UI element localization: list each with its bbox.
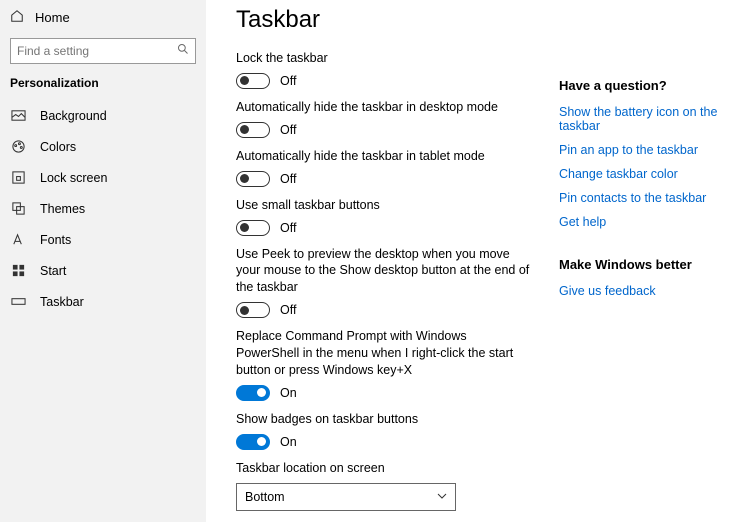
search-input[interactable] [17,44,177,58]
sidebar-item-label: Background [40,109,107,123]
palette-icon [10,139,26,154]
aside-column: Have a question? Show the battery icon o… [559,50,734,522]
fonts-icon [10,232,26,247]
toggle-state: On [280,386,297,400]
home-label: Home [35,10,70,25]
toggle-small-buttons[interactable] [236,220,270,236]
toggle-autohide-desktop[interactable] [236,122,270,138]
page-title: Taskbar [236,6,734,34]
setting-label-small-buttons: Use small taskbar buttons [236,197,531,214]
help-link-get-help[interactable]: Get help [559,215,734,229]
picture-icon [10,108,26,123]
sidebar-item-label: Fonts [40,233,71,247]
lock-screen-icon [10,170,26,185]
toggle-state: Off [280,303,296,317]
help-link-battery[interactable]: Show the battery icon on the taskbar [559,105,734,133]
sidebar-item-label: Themes [40,202,85,216]
toggle-autohide-tablet[interactable] [236,171,270,187]
toggle-state: Off [280,172,296,186]
help-link-color[interactable]: Change taskbar color [559,167,734,181]
sidebar-item-themes[interactable]: Themes [0,193,206,224]
help-link-pin-contacts[interactable]: Pin contacts to the taskbar [559,191,734,205]
setting-label-location: Taskbar location on screen [236,460,531,477]
sidebar: Home Personalization Background Colors L… [0,0,206,522]
setting-label-badges: Show badges on taskbar buttons [236,411,531,428]
sidebar-item-label: Lock screen [40,171,107,185]
setting-label-lock: Lock the taskbar [236,50,531,67]
settings-column: Lock the taskbar Off Automatically hide … [236,50,531,522]
taskbar-icon [10,294,26,309]
setting-label-autohide-desktop: Automatically hide the taskbar in deskto… [236,99,531,116]
toggle-state: Off [280,221,296,235]
feedback-link[interactable]: Give us feedback [559,284,734,298]
setting-label-powershell: Replace Command Prompt with Windows Powe… [236,328,531,379]
toggle-powershell[interactable] [236,385,270,401]
sidebar-item-start[interactable]: Start [0,255,206,286]
aside-question-title: Have a question? [559,78,734,93]
main-content: Taskbar Lock the taskbar Off Automatical… [206,0,750,522]
toggle-state: Off [280,74,296,88]
toggle-state: Off [280,123,296,137]
toggle-peek[interactable] [236,302,270,318]
themes-icon [10,201,26,216]
sidebar-item-lock-screen[interactable]: Lock screen [0,162,206,193]
section-title: Personalization [0,76,206,100]
sidebar-item-background[interactable]: Background [0,100,206,131]
select-value: Bottom [245,490,285,504]
home-icon [10,9,24,26]
start-icon [10,263,26,278]
sidebar-item-colors[interactable]: Colors [0,131,206,162]
sidebar-item-taskbar[interactable]: Taskbar [0,286,206,317]
sidebar-item-fonts[interactable]: Fonts [0,224,206,255]
help-link-pin-app[interactable]: Pin an app to the taskbar [559,143,734,157]
chevron-down-icon [437,490,447,504]
setting-label-autohide-tablet: Automatically hide the taskbar in tablet… [236,148,531,165]
sidebar-item-label: Colors [40,140,76,154]
toggle-badges[interactable] [236,434,270,450]
setting-label-peek: Use Peek to preview the desktop when you… [236,246,531,297]
toggle-lock[interactable] [236,73,270,89]
search-input-wrap[interactable] [10,38,196,64]
toggle-state: On [280,435,297,449]
sidebar-item-label: Start [40,264,66,278]
search-icon [177,42,189,60]
home-button[interactable]: Home [0,7,206,32]
aside-better-title: Make Windows better [559,257,734,272]
sidebar-item-label: Taskbar [40,295,84,309]
select-location[interactable]: Bottom [236,483,456,511]
